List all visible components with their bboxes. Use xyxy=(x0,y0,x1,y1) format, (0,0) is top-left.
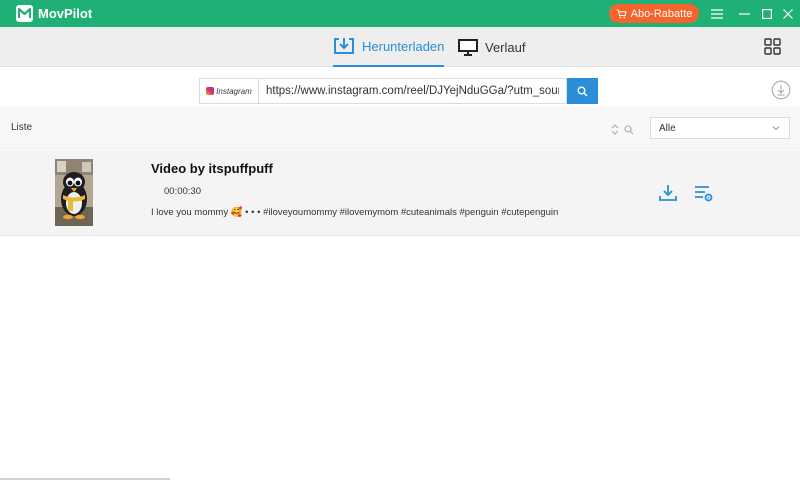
instagram-icon xyxy=(206,87,215,95)
video-duration: 00:00:30 xyxy=(164,186,201,197)
site-selector[interactable]: Instagram xyxy=(199,78,258,104)
search-button[interactable] xyxy=(567,78,598,104)
monitor-icon xyxy=(458,38,478,56)
video-thumbnail xyxy=(55,159,93,226)
menu-icon[interactable] xyxy=(709,6,724,21)
url-bar-row: Instagram xyxy=(0,67,800,107)
tab-download-label: Herunterladen xyxy=(362,38,445,54)
title-bar: MovPilot Abo-Rabatte xyxy=(0,0,800,27)
site-label: Instagram xyxy=(216,86,252,96)
video-description: I love you mommy 🥰 • • • #iloveyoumommy … xyxy=(151,207,559,218)
search-icon xyxy=(577,86,588,97)
filter-value: Alle xyxy=(659,122,676,134)
tab-download[interactable]: Herunterladen xyxy=(333,27,445,67)
tab-history[interactable]: Verlauf xyxy=(458,27,525,67)
list-search-icon[interactable] xyxy=(624,122,634,135)
settings-list-icon[interactable] xyxy=(694,185,713,202)
app-title: MovPilot xyxy=(38,6,93,21)
promo-button[interactable]: Abo-Rabatte xyxy=(609,4,699,23)
close-icon[interactable] xyxy=(780,6,795,21)
download-tab-icon xyxy=(334,38,354,54)
cart-icon xyxy=(616,9,627,18)
maximize-icon[interactable] xyxy=(759,6,774,21)
download-circle-icon[interactable] xyxy=(771,80,791,100)
url-input[interactable] xyxy=(258,78,567,104)
chevron-down-icon xyxy=(771,123,781,133)
video-title: Video by itspuffpuff xyxy=(151,161,273,176)
list-label: Liste xyxy=(11,122,33,133)
list-item: Video by itspuffpuff 00:00:30 I love you… xyxy=(0,150,800,236)
list-header: Liste Alle xyxy=(0,107,800,149)
minimize-icon[interactable] xyxy=(737,6,752,21)
promo-label: Abo-Rabatte xyxy=(630,7,693,20)
sort-icon[interactable] xyxy=(611,122,619,135)
logo-icon xyxy=(16,5,33,22)
grid-icon[interactable] xyxy=(764,38,781,55)
filter-select[interactable]: Alle xyxy=(650,117,790,139)
download-icon[interactable] xyxy=(659,184,677,202)
tab-bar: Herunterladen Verlauf xyxy=(0,27,800,67)
tab-history-label: Verlauf xyxy=(485,39,526,55)
